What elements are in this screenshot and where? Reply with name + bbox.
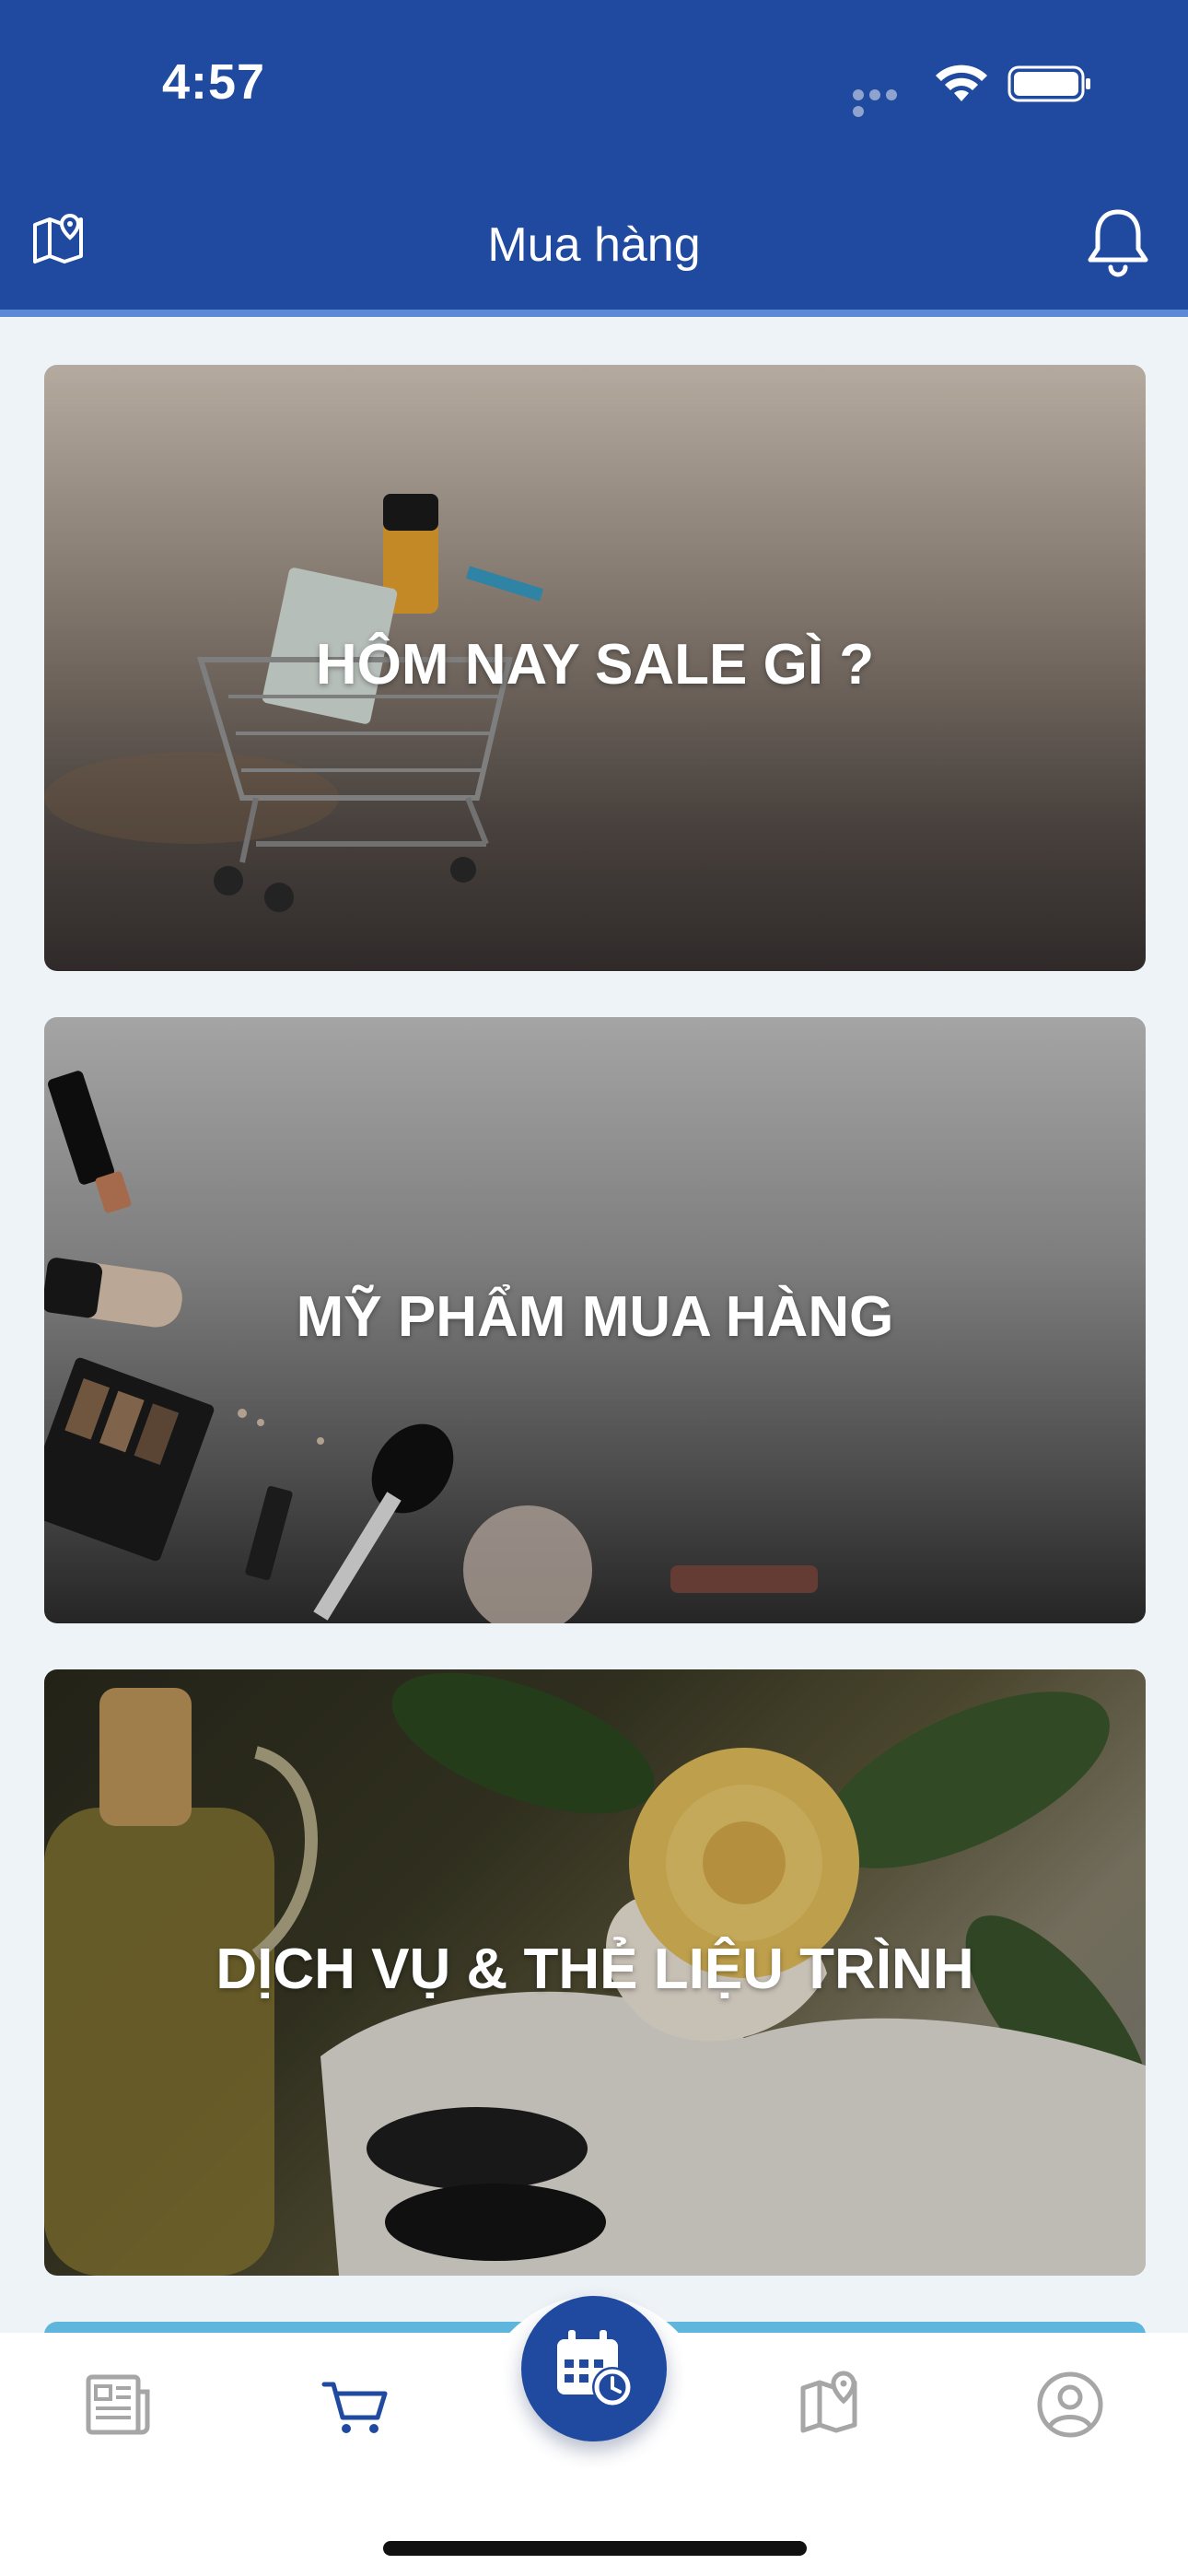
cart-tab-icon[interactable] <box>319 2368 392 2441</box>
calendar-clock-icon <box>557 2330 633 2407</box>
cosmetics-card[interactable]: MỸ PHẨM MUA HÀNG <box>44 1017 1146 1623</box>
services-card[interactable]: DỊCH VỤ & THẺ LIỆU TRÌNH <box>44 1669 1146 2276</box>
sale-today-card[interactable]: HÔM NAY SALE GÌ ? <box>44 365 1146 971</box>
wifi-icon <box>936 64 987 101</box>
cellular-signal-icon <box>853 88 917 117</box>
battery-icon <box>1007 65 1090 102</box>
card-title: HÔM NAY SALE GÌ ? <box>315 633 875 697</box>
status-time: 4:57 <box>162 54 266 110</box>
home-indicator <box>383 2541 807 2556</box>
card-title: DỊCH VỤ & THẺ LIỆU TRÌNH <box>215 1938 974 2001</box>
card-title: MỸ PHẨM MUA HÀNG <box>296 1285 894 1349</box>
account-tab-icon[interactable] <box>1033 2368 1107 2441</box>
map-tab-icon[interactable] <box>796 2368 869 2441</box>
bell-icon[interactable] <box>1083 206 1153 280</box>
page-title: Mua hàng <box>487 218 701 272</box>
news-tab-icon[interactable] <box>81 2368 155 2441</box>
app-header: 4:57 Mua hàng <box>0 0 1188 310</box>
header-divider <box>0 310 1188 317</box>
booking-calendar-button[interactable] <box>521 2296 667 2441</box>
